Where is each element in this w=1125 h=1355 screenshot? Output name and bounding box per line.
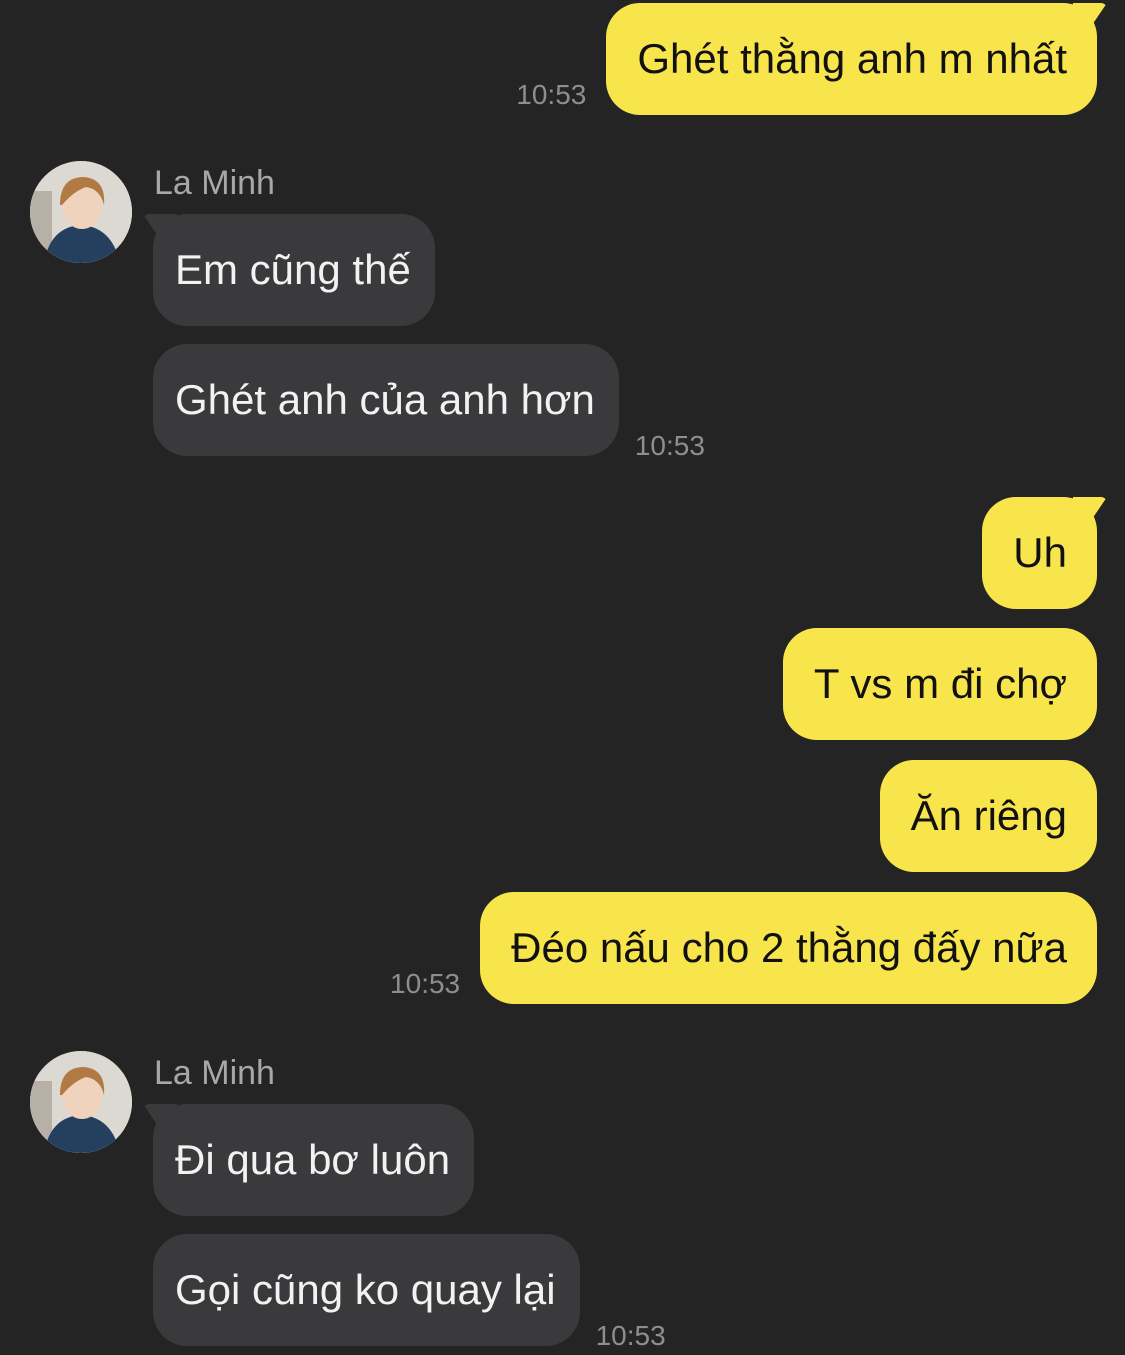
message-timestamp: 10:53 <box>634 430 705 461</box>
outgoing-message-bubble[interactable]: Đéo nấu cho 2 thằng đấy nữa <box>480 892 1097 1004</box>
message-row: Uh <box>982 497 1097 609</box>
message-row: 10:53 Đéo nấu cho 2 thằng đấy nữa <box>390 892 1097 1004</box>
outgoing-message-bubble[interactable]: Ghét thằng anh m nhất <box>606 3 1097 115</box>
message-row: Gọi cũng ko quay lại 10:53 <box>153 1234 666 1350</box>
sender-name: La Minh <box>154 1054 275 1092</box>
outgoing-message-bubble[interactable]: T vs m đi chợ <box>782 628 1097 740</box>
message-row: Em cũng thế <box>153 214 435 326</box>
message-timestamp: 10:53 <box>516 79 587 110</box>
message-timestamp: 10:53 <box>595 1320 666 1351</box>
incoming-message-bubble[interactable]: Em cũng thế <box>153 214 435 326</box>
chat-thread[interactable]: 10:53 Ghét thằng anh m nhất La Minh Em c… <box>0 0 1125 1355</box>
message-timestamp: 10:53 <box>390 968 461 999</box>
message-row: 10:53 Ghét thằng anh m nhất <box>516 3 1097 115</box>
sender-name: La Minh <box>154 164 275 202</box>
message-row: Đi qua bơ luôn <box>153 1104 475 1216</box>
sender-avatar[interactable] <box>30 161 132 263</box>
message-row: Ăn riêng <box>879 760 1097 872</box>
sender-avatar[interactable] <box>30 1051 132 1153</box>
message-row: T vs m đi chợ <box>782 628 1097 740</box>
avatar-photo-icon <box>30 1051 132 1153</box>
incoming-message-bubble[interactable]: Ghét anh của anh hơn <box>153 344 619 456</box>
outgoing-message-bubble[interactable]: Uh <box>982 497 1097 609</box>
outgoing-message-bubble[interactable]: Ăn riêng <box>879 760 1097 872</box>
incoming-message-bubble[interactable]: Gọi cũng ko quay lại <box>153 1234 580 1346</box>
avatar-photo-icon <box>30 161 132 263</box>
message-row: Ghét anh của anh hơn 10:53 <box>153 344 705 460</box>
incoming-message-bubble[interactable]: Đi qua bơ luôn <box>153 1104 475 1216</box>
